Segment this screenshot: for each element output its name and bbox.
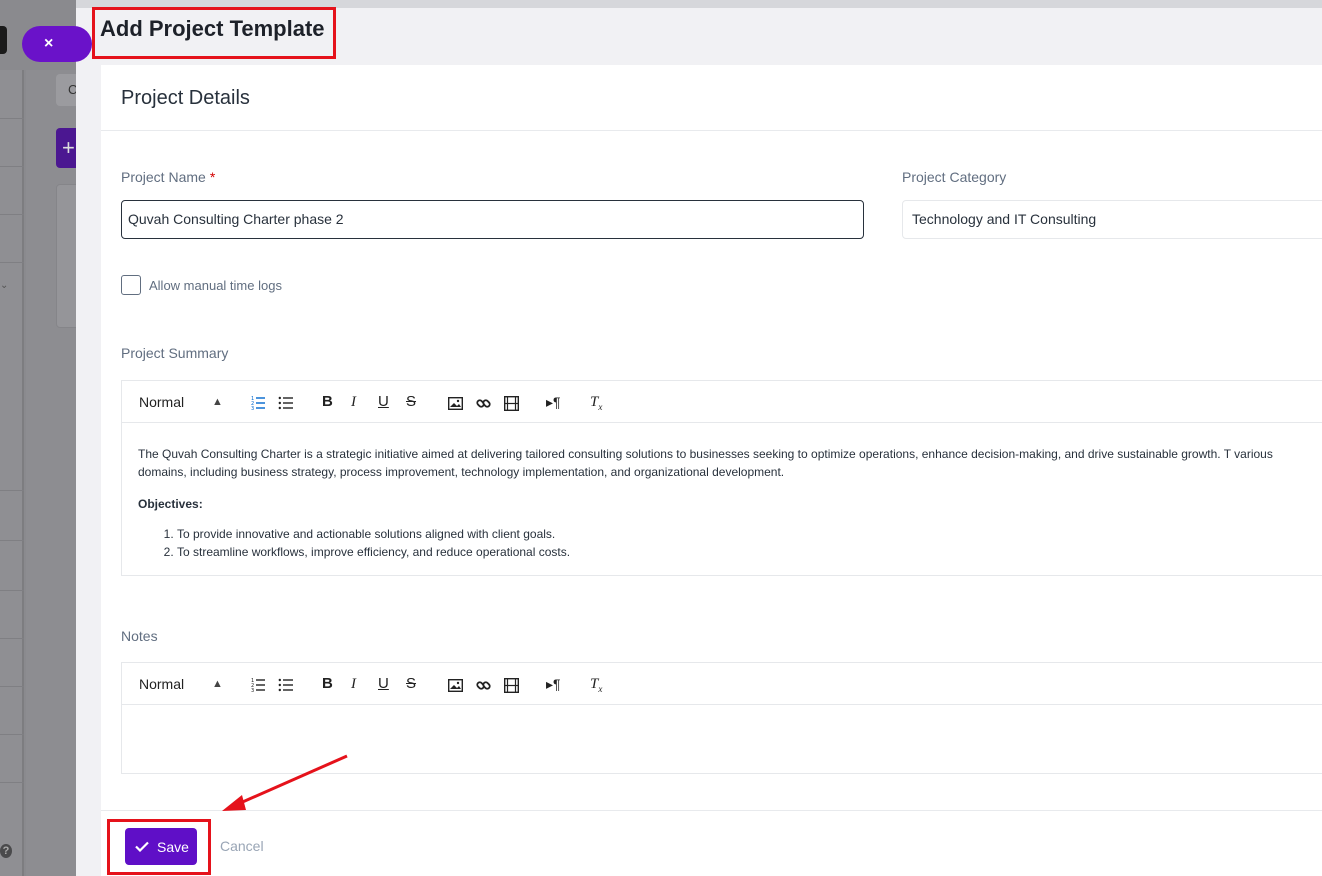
- app-logo: [0, 26, 7, 54]
- notes-content[interactable]: [122, 705, 1322, 773]
- notes-editor-toolbar: Normal ▲︎ 123 B I U S ▸¶ Tx: [122, 663, 1322, 705]
- background-app: C + ⌄ ?: [0, 0, 76, 876]
- select-arrows-icon[interactable]: ▲︎: [212, 381, 223, 423]
- objective-item: To provide innovative and actionable sol…: [177, 525, 1306, 543]
- link-icon[interactable]: [476, 663, 491, 705]
- chevron-down-icon: ⌄: [0, 280, 9, 291]
- project-category-select[interactable]: Technology and IT Consulting: [902, 200, 1322, 239]
- objective-item: To streamline workflows, improve efficie…: [177, 543, 1306, 561]
- help-icon[interactable]: ?: [0, 844, 12, 858]
- bullet-list-icon[interactable]: [278, 663, 294, 705]
- select-arrows-icon[interactable]: ▲︎: [212, 663, 223, 705]
- strike-icon[interactable]: S: [406, 381, 416, 423]
- objectives-heading: Objectives:: [138, 497, 203, 511]
- link-icon[interactable]: [476, 381, 491, 423]
- project-category-label: Project Category: [902, 169, 1007, 185]
- underline-icon[interactable]: U: [378, 381, 389, 423]
- ordered-list-icon[interactable]: 123: [250, 381, 266, 423]
- project-summary-editor: Normal ▲︎ 123 B I U S ▸¶ Tx The Quvah Co…: [121, 380, 1322, 576]
- italic-icon[interactable]: I: [351, 381, 356, 423]
- strike-icon[interactable]: S: [406, 663, 416, 705]
- video-icon[interactable]: [503, 381, 520, 423]
- project-name-input[interactable]: Quvah Consulting Charter phase 2: [121, 200, 864, 239]
- italic-icon[interactable]: I: [351, 663, 356, 705]
- card-header: Project Details: [101, 65, 1322, 131]
- bullet-list-icon[interactable]: [278, 381, 294, 423]
- svg-text:3: 3: [251, 406, 254, 411]
- project-summary-label: Project Summary: [121, 345, 229, 361]
- notes-editor: Normal ▲︎ 123 B I U S ▸¶ Tx: [121, 662, 1322, 774]
- clear-format-icon[interactable]: Tx: [590, 381, 602, 423]
- project-summary-content[interactable]: The Quvah Consulting Charter is a strate…: [122, 423, 1322, 575]
- ordered-list-icon[interactable]: 123: [250, 663, 266, 705]
- summary-editor-toolbar: Normal ▲︎ 123 B I U S ▸¶ Tx: [122, 381, 1322, 423]
- clear-format-icon[interactable]: Tx: [590, 663, 602, 705]
- format-select[interactable]: Normal: [139, 381, 184, 423]
- summary-paragraph: The Quvah Consulting Charter is a strate…: [138, 447, 1273, 479]
- project-name-label-text: Project Name: [121, 169, 206, 185]
- svg-text:3: 3: [251, 688, 254, 693]
- allow-manual-time-logs-label: Allow manual time logs: [149, 277, 282, 293]
- cancel-button[interactable]: Cancel: [220, 838, 264, 854]
- save-highlight-box: [107, 819, 211, 875]
- allow-manual-time-logs-row: Allow manual time logs: [121, 275, 282, 295]
- background-sidebar: [0, 70, 24, 876]
- allow-manual-time-logs-checkbox[interactable]: [121, 275, 141, 295]
- project-details-card: Project Details Project Name * Quvah Cons…: [101, 65, 1322, 876]
- video-icon[interactable]: [503, 663, 520, 705]
- required-marker: *: [209, 169, 216, 185]
- underline-icon[interactable]: U: [378, 663, 389, 705]
- format-select[interactable]: Normal: [139, 663, 184, 705]
- background-tab: C: [56, 74, 76, 106]
- card-title: Project Details: [121, 87, 250, 109]
- text-direction-icon[interactable]: ▸¶: [546, 381, 561, 423]
- image-icon[interactable]: [447, 663, 464, 705]
- add-project-template-panel: Add Project Template Project Details Pro…: [76, 7, 1322, 876]
- form-footer: Save Cancel: [101, 810, 1322, 876]
- notes-label: Notes: [121, 628, 158, 644]
- bold-icon[interactable]: B: [322, 381, 333, 423]
- bold-icon[interactable]: B: [322, 663, 333, 705]
- objectives-list: To provide innovative and actionable sol…: [138, 525, 1306, 561]
- background-card: [56, 184, 76, 328]
- close-panel-button[interactable]: ×: [22, 26, 92, 62]
- image-icon[interactable]: [447, 381, 464, 423]
- text-direction-icon[interactable]: ▸¶: [546, 663, 561, 705]
- project-name-label: Project Name *: [121, 169, 215, 185]
- background-add-button: +: [56, 128, 76, 168]
- title-highlight-box: [92, 7, 336, 59]
